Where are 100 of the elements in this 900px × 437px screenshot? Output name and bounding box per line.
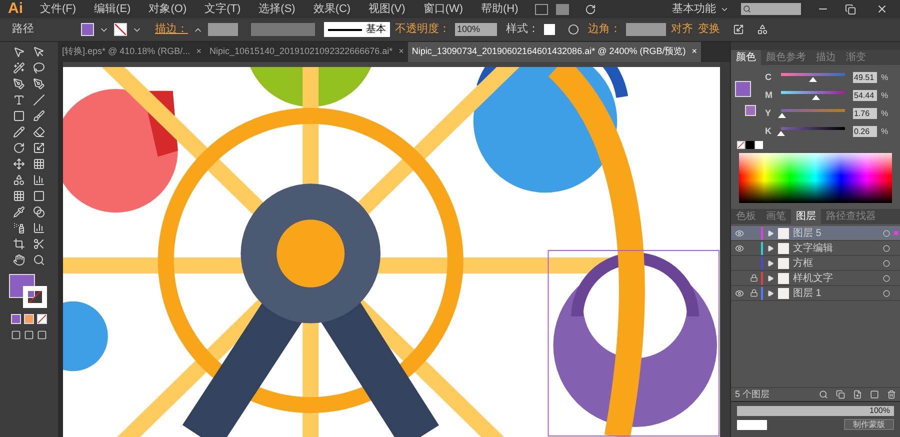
color-mode-swatch[interactable] (11, 314, 21, 324)
fill-swatch[interactable] (81, 23, 94, 36)
expand-icon[interactable] (767, 260, 774, 266)
menu-item[interactable]: 效果(C) (304, 0, 360, 18)
tool-icon[interactable] (33, 142, 45, 154)
gradient-mode-swatch[interactable] (24, 314, 34, 324)
search-field[interactable] (741, 3, 801, 15)
new-layer-icon[interactable] (870, 390, 879, 399)
layer-row[interactable]: 文字编辑 (731, 241, 900, 256)
tool-icon[interactable] (33, 190, 45, 202)
channel-value-field[interactable]: 0.26 (853, 126, 877, 137)
tool-icon[interactable] (33, 46, 45, 58)
target-icon[interactable] (883, 290, 890, 296)
target-icon[interactable] (883, 274, 890, 282)
clipping-mask-icon[interactable] (836, 390, 845, 399)
color-spectrum[interactable] (739, 153, 892, 203)
style-swatch[interactable] (544, 24, 555, 35)
workspace-switcher[interactable]: 基本功能 (672, 0, 716, 18)
target-icon[interactable] (883, 230, 890, 236)
menu-item[interactable]: 帮助(H) (472, 0, 528, 18)
tab-close-button[interactable]: × (398, 45, 404, 59)
tool-icon[interactable] (13, 46, 25, 58)
stroke-label[interactable]: 描边： (155, 21, 188, 38)
tool-icon[interactable] (33, 110, 45, 122)
expand-icon[interactable] (767, 290, 774, 296)
panel-tab[interactable]: 图层 (791, 209, 821, 224)
light-swatch[interactable] (755, 141, 763, 149)
eye-icon[interactable] (734, 288, 744, 298)
transform-link[interactable]: 变换 (698, 21, 720, 38)
tool-icon[interactable] (13, 238, 25, 250)
layer-row[interactable]: 图层 1 (731, 286, 900, 301)
tab-close-button[interactable]: × (692, 45, 698, 59)
tool-icon[interactable] (13, 78, 25, 90)
document-tab[interactable]: Nipic_13090734_20190602164601432086.ai* @ 2400% (RGB/预览) (412, 45, 686, 59)
document-tab[interactable]: [转换].eps* @ 410.18% (RGB/... (62, 45, 190, 59)
menu-item[interactable]: 文件(F) (31, 0, 86, 18)
color-swatch[interactable] (745, 105, 756, 116)
tool-icon[interactable] (33, 126, 45, 138)
tool-icon[interactable] (33, 174, 45, 186)
panel-tab[interactable]: 颜色 (731, 50, 761, 65)
none-mode-swatch[interactable] (37, 314, 47, 324)
channel-value-field[interactable]: 1.76 (853, 108, 877, 119)
opacity-label[interactable]: 不透明度： (395, 21, 450, 38)
brush-dropdown[interactable]: 基本 (324, 22, 390, 37)
arrange-icon[interactable] (556, 4, 570, 14)
corner-label[interactable]: 边角： (588, 21, 621, 38)
sync-icon[interactable] (585, 4, 596, 14)
tool-icon[interactable] (13, 158, 25, 170)
menu-item[interactable]: 窗口(W) (414, 0, 472, 18)
menu-item[interactable]: 视图(V) (360, 0, 414, 18)
trash-icon[interactable] (887, 390, 896, 399)
tool-icon[interactable] (33, 254, 45, 266)
tool-icon[interactable] (13, 94, 25, 106)
color-fill-swatch[interactable] (735, 81, 751, 97)
tool-icon[interactable] (13, 190, 25, 202)
channel-value-field[interactable]: 54.44 (853, 90, 877, 101)
close-icon[interactable] (876, 3, 888, 15)
tool-icon[interactable] (33, 206, 45, 218)
tool-icon[interactable] (13, 254, 25, 266)
make-mask-button[interactable]: 制作蒙版 (844, 419, 894, 430)
stroke-swatch[interactable] (114, 23, 127, 36)
tool-icon[interactable] (13, 110, 25, 122)
recolor-icon[interactable] (568, 24, 579, 35)
opacity-field[interactable]: 100% (455, 23, 497, 36)
slider-thumb[interactable] (812, 94, 820, 100)
menu-item[interactable]: 选择(S) (250, 0, 304, 18)
target-icon[interactable] (883, 260, 890, 266)
tool-icon[interactable] (33, 238, 45, 250)
none-swatch[interactable] (737, 141, 745, 149)
tab-close-button[interactable]: × (196, 45, 202, 59)
layer-row[interactable]: 样机文字 (731, 271, 900, 286)
eye-icon[interactable] (734, 228, 744, 238)
lock-icon[interactable] (750, 289, 758, 297)
slider-thumb[interactable] (808, 76, 817, 82)
menu-item[interactable]: 文字(T) (196, 0, 250, 18)
bridge-icon[interactable] (535, 4, 548, 14)
opacity-field[interactable]: 100% (737, 406, 894, 416)
shape-options-icon[interactable] (757, 24, 768, 35)
dark-swatch[interactable] (746, 141, 754, 149)
menu-item[interactable]: 编辑(E) (85, 0, 140, 18)
slider-thumb[interactable] (777, 130, 786, 136)
expand-icon[interactable] (767, 230, 774, 236)
search-icon[interactable] (819, 390, 828, 399)
tool-icon[interactable] (13, 206, 25, 218)
tool-icon[interactable] (33, 158, 45, 170)
lock-icon[interactable] (750, 274, 758, 282)
fill-color-swatch[interactable] (9, 274, 35, 298)
corner-field[interactable] (626, 23, 666, 36)
layer-row[interactable]: 方框 (731, 256, 900, 271)
tool-icon[interactable] (33, 222, 45, 234)
restore-icon[interactable] (845, 4, 856, 14)
document-tab[interactable]: Nipic_10615140_20191021092322666676.ai* (209, 45, 393, 59)
new-sublayer-icon[interactable] (853, 390, 862, 399)
tool-icon[interactable] (13, 142, 25, 154)
tool-icon[interactable] (13, 62, 25, 74)
tool-icon[interactable] (13, 174, 25, 186)
tool-icon[interactable] (33, 94, 45, 106)
eye-icon[interactable] (734, 244, 744, 252)
tool-icon[interactable] (33, 62, 45, 74)
target-icon[interactable] (883, 244, 890, 252)
